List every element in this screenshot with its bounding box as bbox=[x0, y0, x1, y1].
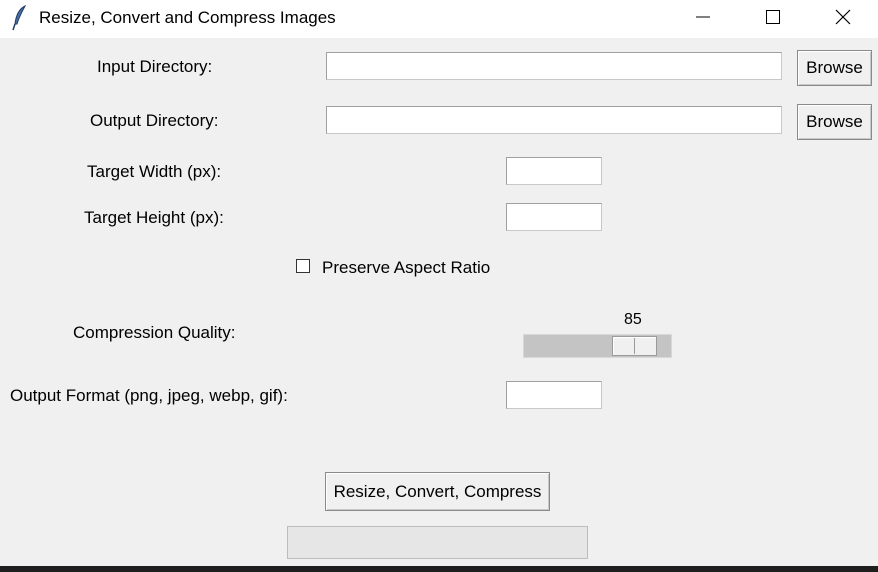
maximize-button[interactable] bbox=[738, 0, 808, 34]
target-height-label: Target Height (px): bbox=[84, 208, 224, 227]
resize-convert-compress-button[interactable]: Resize, Convert, Compress bbox=[325, 472, 550, 511]
target-width-label: Target Width (px): bbox=[87, 162, 222, 181]
close-button[interactable] bbox=[808, 0, 878, 34]
output-browse-button[interactable]: Browse bbox=[797, 104, 872, 140]
quality-slider-trough[interactable] bbox=[523, 334, 672, 358]
quality-value: 85 bbox=[624, 311, 642, 328]
progress-bar bbox=[287, 526, 588, 559]
input-directory-field[interactable] bbox=[326, 52, 782, 80]
output-format-label: Output Format (png, jpeg, webp, gif): bbox=[10, 386, 288, 405]
target-width-field[interactable] bbox=[506, 157, 602, 185]
minimize-button[interactable] bbox=[668, 0, 738, 34]
maximize-icon bbox=[766, 10, 780, 24]
compression-quality-label: Compression Quality: bbox=[73, 323, 236, 342]
minimize-icon bbox=[696, 16, 710, 18]
window-bottom-edge bbox=[0, 566, 878, 572]
target-height-field[interactable] bbox=[506, 203, 602, 231]
preserve-aspect-label[interactable]: Preserve Aspect Ratio bbox=[322, 258, 490, 278]
input-browse-button[interactable]: Browse bbox=[797, 50, 872, 86]
feather-icon bbox=[10, 4, 32, 31]
close-icon bbox=[835, 9, 851, 25]
quality-slider-handle[interactable] bbox=[612, 336, 657, 356]
output-directory-label: Output Directory: bbox=[90, 111, 219, 130]
output-directory-field[interactable] bbox=[326, 106, 782, 134]
output-format-field[interactable] bbox=[506, 381, 602, 409]
window-title: Resize, Convert and Compress Images bbox=[39, 8, 336, 27]
input-directory-label: Input Directory: bbox=[97, 57, 213, 76]
preserve-aspect-checkbox[interactable] bbox=[296, 259, 310, 273]
title-bar: Resize, Convert and Compress Images bbox=[0, 0, 878, 38]
